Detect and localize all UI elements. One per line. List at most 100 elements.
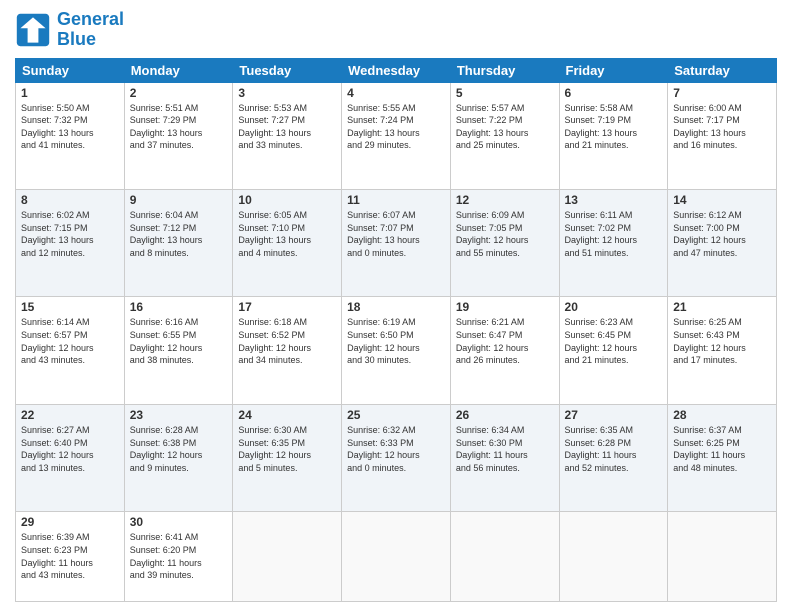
page: General Blue SundayMondayTuesdayWednesda… [0, 0, 792, 612]
day-header-thursday: Thursday [450, 58, 559, 82]
day-info: Sunrise: 6:37 AM Sunset: 6:25 PM Dayligh… [673, 424, 771, 474]
day-number: 10 [238, 193, 336, 207]
day-number: 11 [347, 193, 445, 207]
day-number: 24 [238, 408, 336, 422]
day-number: 28 [673, 408, 771, 422]
day-info: Sunrise: 6:05 AM Sunset: 7:10 PM Dayligh… [238, 209, 336, 259]
day-cell-10: 10 Sunrise: 6:05 AM Sunset: 7:10 PM Dayli… [233, 190, 342, 297]
day-number: 12 [456, 193, 554, 207]
day-cell-16: 16 Sunrise: 6:16 AM Sunset: 6:55 PM Dayli… [124, 297, 233, 404]
empty-cell [233, 512, 342, 602]
logo-text: General Blue [57, 10, 124, 50]
logo-icon [15, 12, 51, 48]
day-info: Sunrise: 6:25 AM Sunset: 6:43 PM Dayligh… [673, 316, 771, 366]
day-number: 14 [673, 193, 771, 207]
day-header-saturday: Saturday [668, 58, 777, 82]
day-cell-3: 3Sunrise: 5:53 AM Sunset: 7:27 PM Daylig… [233, 82, 342, 189]
day-info: Sunrise: 6:18 AM Sunset: 6:52 PM Dayligh… [238, 316, 336, 366]
day-cell-12: 12 Sunrise: 6:09 AM Sunset: 7:05 PM Dayli… [450, 190, 559, 297]
day-number: 21 [673, 300, 771, 314]
day-cell-26: 26 Sunrise: 6:34 AM Sunset: 6:30 PM Dayli… [450, 404, 559, 511]
day-info: Sunrise: 6:34 AM Sunset: 6:30 PM Dayligh… [456, 424, 554, 474]
day-info: Sunrise: 6:23 AM Sunset: 6:45 PM Dayligh… [565, 316, 663, 366]
day-cell-6: 6 Sunrise: 5:58 AM Sunset: 7:19 PM Daylig… [559, 82, 668, 189]
day-info: Sunrise: 5:50 AM Sunset: 7:32 PM Dayligh… [21, 102, 119, 152]
day-info: Sunrise: 6:30 AM Sunset: 6:35 PM Dayligh… [238, 424, 336, 474]
day-info: Sunrise: 6:39 AM Sunset: 6:23 PM Dayligh… [21, 531, 119, 581]
day-info: Sunrise: 6:04 AM Sunset: 7:12 PM Dayligh… [130, 209, 228, 259]
day-number: 13 [565, 193, 663, 207]
day-info: Sunrise: 6:11 AM Sunset: 7:02 PM Dayligh… [565, 209, 663, 259]
day-number: 20 [565, 300, 663, 314]
day-number: 27 [565, 408, 663, 422]
day-header-monday: Monday [124, 58, 233, 82]
day-info: Sunrise: 6:41 AM Sunset: 6:20 PM Dayligh… [130, 531, 228, 581]
day-cell-2: 2 Sunrise: 5:51 AM Sunset: 7:29 PM Daylig… [124, 82, 233, 189]
day-number: 22 [21, 408, 119, 422]
empty-cell [668, 512, 777, 602]
day-header-wednesday: Wednesday [342, 58, 451, 82]
day-cell-23: 23Sunrise: 6:28 AM Sunset: 6:38 PM Dayli… [124, 404, 233, 511]
day-number: 19 [456, 300, 554, 314]
calendar-table: SundayMondayTuesdayWednesdayThursdayFrid… [15, 58, 777, 602]
day-cell-18: 18Sunrise: 6:19 AM Sunset: 6:50 PM Dayli… [342, 297, 451, 404]
day-number: 23 [130, 408, 228, 422]
day-cell-27: 27 Sunrise: 6:35 AM Sunset: 6:28 PM Dayli… [559, 404, 668, 511]
day-cell-7: 7 Sunrise: 6:00 AM Sunset: 7:17 PM Daylig… [668, 82, 777, 189]
logo: General Blue [15, 10, 124, 50]
day-cell-8: 8 Sunrise: 6:02 AM Sunset: 7:15 PM Daylig… [16, 190, 125, 297]
day-number: 1 [21, 86, 119, 100]
day-header-tuesday: Tuesday [233, 58, 342, 82]
day-cell-28: 28 Sunrise: 6:37 AM Sunset: 6:25 PM Dayli… [668, 404, 777, 511]
day-number: 15 [21, 300, 119, 314]
day-cell-14: 14 Sunrise: 6:12 AM Sunset: 7:00 PM Dayli… [668, 190, 777, 297]
empty-cell [342, 512, 451, 602]
day-cell-29: 29 Sunrise: 6:39 AM Sunset: 6:23 PM Dayli… [16, 512, 125, 602]
day-cell-30: 30 Sunrise: 6:41 AM Sunset: 6:20 PM Dayli… [124, 512, 233, 602]
day-number: 25 [347, 408, 445, 422]
day-number: 16 [130, 300, 228, 314]
day-cell-11: 11 Sunrise: 6:07 AM Sunset: 7:07 PM Dayli… [342, 190, 451, 297]
day-info: Sunrise: 6:21 AM Sunset: 6:47 PM Dayligh… [456, 316, 554, 366]
day-info: Sunrise: 5:55 AM Sunset: 7:24 PM Dayligh… [347, 102, 445, 152]
day-info: Sunrise: 5:57 AM Sunset: 7:22 PM Dayligh… [456, 102, 554, 152]
day-info: Sunrise: 6:09 AM Sunset: 7:05 PM Dayligh… [456, 209, 554, 259]
day-info: Sunrise: 6:16 AM Sunset: 6:55 PM Dayligh… [130, 316, 228, 366]
day-number: 6 [565, 86, 663, 100]
day-info: Sunrise: 6:00 AM Sunset: 7:17 PM Dayligh… [673, 102, 771, 152]
day-cell-9: 9 Sunrise: 6:04 AM Sunset: 7:12 PM Daylig… [124, 190, 233, 297]
day-cell-22: 22 Sunrise: 6:27 AM Sunset: 6:40 PM Dayli… [16, 404, 125, 511]
day-info: Sunrise: 5:51 AM Sunset: 7:29 PM Dayligh… [130, 102, 228, 152]
day-info: Sunrise: 6:02 AM Sunset: 7:15 PM Dayligh… [21, 209, 119, 259]
day-number: 26 [456, 408, 554, 422]
day-cell-19: 19 Sunrise: 6:21 AM Sunset: 6:47 PM Dayli… [450, 297, 559, 404]
day-info: Sunrise: 6:19 AM Sunset: 6:50 PM Dayligh… [347, 316, 445, 366]
day-cell-1: 1 Sunrise: 5:50 AM Sunset: 7:32 PM Daylig… [16, 82, 125, 189]
header: General Blue [15, 10, 777, 50]
day-cell-4: 4 Sunrise: 5:55 AM Sunset: 7:24 PM Daylig… [342, 82, 451, 189]
day-cell-17: 17Sunrise: 6:18 AM Sunset: 6:52 PM Dayli… [233, 297, 342, 404]
day-cell-21: 21 Sunrise: 6:25 AM Sunset: 6:43 PM Dayli… [668, 297, 777, 404]
day-cell-24: 24 Sunrise: 6:30 AM Sunset: 6:35 PM Dayli… [233, 404, 342, 511]
day-cell-25: 25Sunrise: 6:32 AM Sunset: 6:33 PM Dayli… [342, 404, 451, 511]
day-number: 9 [130, 193, 228, 207]
day-number: 4 [347, 86, 445, 100]
day-header-sunday: Sunday [16, 58, 125, 82]
day-number: 30 [130, 515, 228, 529]
day-number: 8 [21, 193, 119, 207]
day-info: Sunrise: 6:27 AM Sunset: 6:40 PM Dayligh… [21, 424, 119, 474]
day-info: Sunrise: 6:14 AM Sunset: 6:57 PM Dayligh… [21, 316, 119, 366]
day-header-friday: Friday [559, 58, 668, 82]
day-info: Sunrise: 6:12 AM Sunset: 7:00 PM Dayligh… [673, 209, 771, 259]
day-number: 29 [21, 515, 119, 529]
day-info: Sunrise: 6:07 AM Sunset: 7:07 PM Dayligh… [347, 209, 445, 259]
day-info: Sunrise: 5:58 AM Sunset: 7:19 PM Dayligh… [565, 102, 663, 152]
day-number: 2 [130, 86, 228, 100]
day-cell-15: 15 Sunrise: 6:14 AM Sunset: 6:57 PM Dayli… [16, 297, 125, 404]
day-info: Sunrise: 6:35 AM Sunset: 6:28 PM Dayligh… [565, 424, 663, 474]
empty-cell [559, 512, 668, 602]
day-info: Sunrise: 5:53 AM Sunset: 7:27 PM Dayligh… [238, 102, 336, 152]
day-number: 5 [456, 86, 554, 100]
empty-cell [450, 512, 559, 602]
day-number: 7 [673, 86, 771, 100]
